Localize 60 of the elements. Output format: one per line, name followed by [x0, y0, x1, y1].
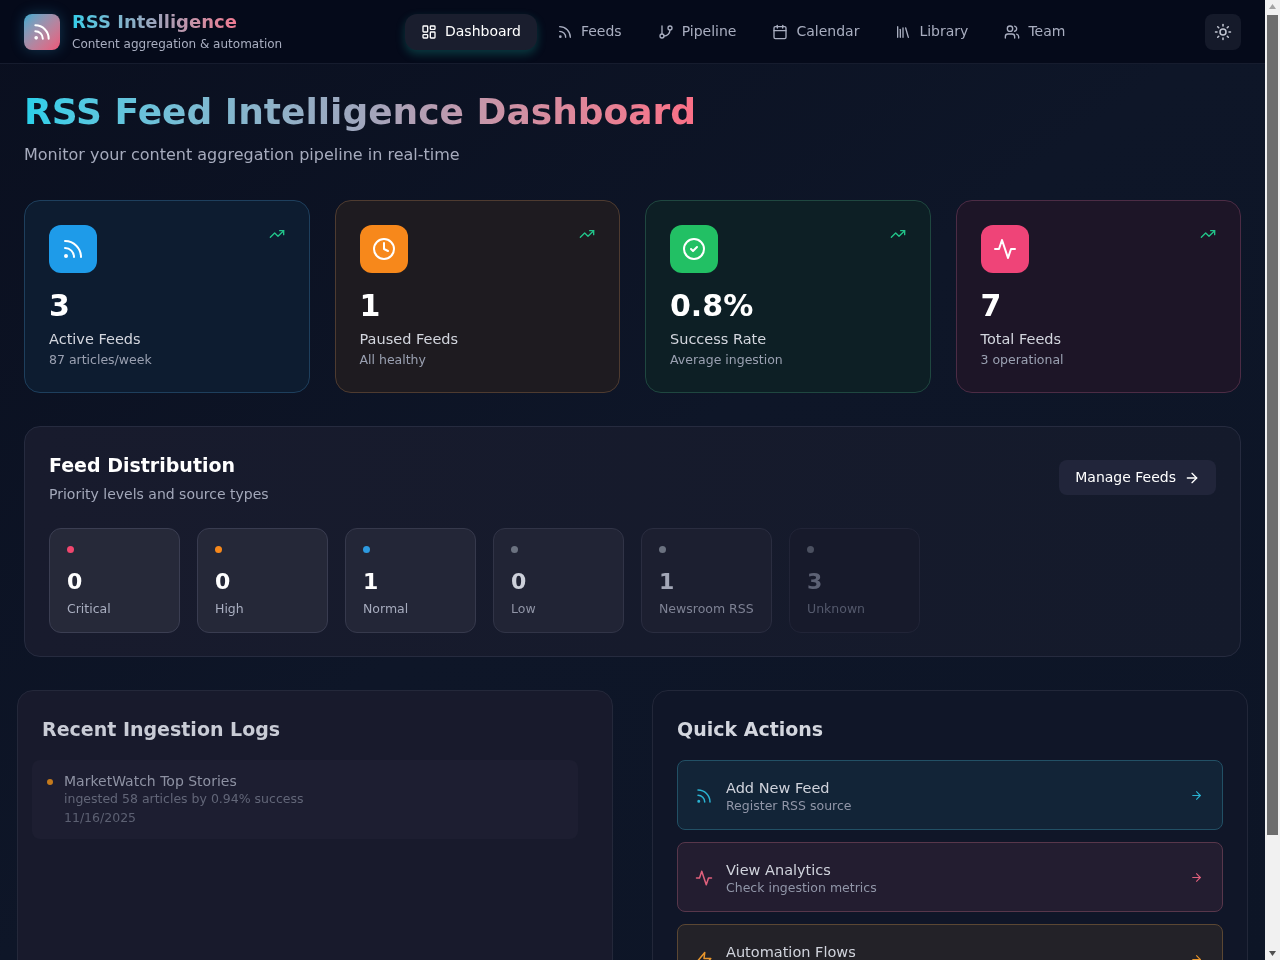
stat-value: 7 — [980, 288, 1002, 324]
tile-label: Newsroom RSS — [659, 600, 754, 618]
stat-label: Active Feeds — [49, 330, 141, 349]
log-date: 11/16/2025 — [64, 809, 137, 826]
tile-label: Unknown — [807, 600, 866, 618]
tile-count: 1 — [659, 568, 675, 596]
tile-count: 0 — [215, 568, 231, 596]
stat-detail: All healthy — [359, 351, 426, 369]
calendar-icon — [772, 23, 789, 40]
action-subtitle: Register RSS source — [726, 797, 852, 814]
library-icon — [895, 23, 912, 40]
scrollbar[interactable] — [1265, 0, 1280, 960]
page-subtitle: Monitor your content aggregation pipeline in real-time — [24, 144, 460, 166]
nav-tab[interactable]: Team — [988, 13, 1082, 50]
quick-action-button[interactable]: Add New Feed Register RSS source — [677, 760, 1223, 830]
panel-title: Feed Distribution — [49, 453, 236, 478]
sun-icon — [1214, 22, 1232, 41]
quick-action-button[interactable]: Automation Flows — [677, 924, 1223, 960]
stat-value: 3 — [49, 288, 70, 324]
stat-detail: 3 operational — [980, 351, 1064, 369]
users-icon — [1004, 23, 1021, 40]
rss-logo-icon — [24, 13, 60, 50]
log-detail: ingested 58 articles by 0.94% success — [64, 791, 304, 807]
tile-count: 3 — [807, 568, 823, 596]
nav-tab[interactable]: Dashboard — [405, 13, 537, 50]
stat-detail: Average ingestion — [670, 351, 783, 369]
panel-title: Recent Ingestion Logs — [42, 717, 281, 742]
action-title: View Analytics — [726, 862, 831, 878]
tile-label: Critical — [67, 600, 111, 618]
tile-count: 1 — [363, 568, 379, 596]
nav-tab[interactable]: Library — [879, 13, 985, 50]
tile-count: 0 — [511, 568, 527, 596]
stat-detail: 87 articles/week — [49, 351, 152, 369]
app-subtitle: Content aggregation & automation — [72, 36, 283, 53]
stat-value: 0.8% — [670, 288, 754, 324]
nav-tab[interactable]: Feeds — [540, 13, 638, 50]
panel-title: Quick Actions — [677, 717, 824, 742]
tile-label: Low — [511, 600, 536, 618]
nav-tab[interactable]: Pipeline — [641, 13, 753, 50]
arrow-right-icon — [1190, 871, 1203, 884]
action-subtitle: Check ingestion metrics — [726, 879, 877, 896]
stat-label: Success Rate — [670, 330, 767, 349]
stat-label: Total Feeds — [980, 330, 1062, 349]
tile-label: High — [215, 600, 244, 618]
tile-label: Normal — [363, 600, 409, 618]
log-feed-name: MarketWatch Top Stories — [64, 772, 237, 791]
rss-icon — [556, 23, 573, 40]
arrow-right-icon — [1190, 789, 1203, 802]
action-title: Add New Feed — [726, 780, 830, 796]
panel-subtitle: Priority levels and source types — [49, 485, 269, 504]
nav-tab[interactable]: Calendar — [756, 13, 876, 50]
manage-feeds-button[interactable]: Manage Feeds — [1059, 460, 1216, 495]
stat-value: 1 — [359, 288, 381, 324]
quick-action-button[interactable]: View Analytics Check ingestion metrics — [677, 842, 1223, 912]
tile-count: 0 — [67, 568, 83, 596]
dashboard-grid-icon — [421, 23, 437, 40]
action-title: Automation Flows — [726, 944, 856, 960]
branch-icon — [657, 23, 674, 40]
theme-toggle-button[interactable] — [1205, 13, 1241, 50]
stat-label: Paused Feeds — [359, 330, 459, 349]
